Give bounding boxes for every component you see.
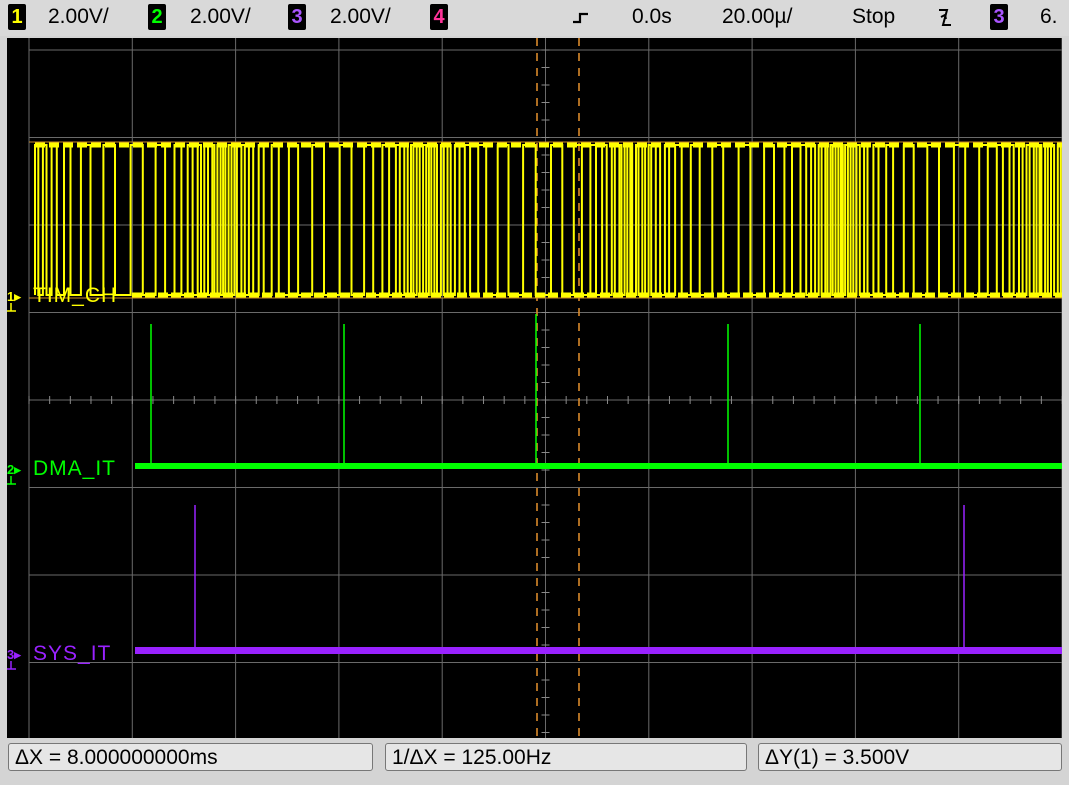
measurement-bar: ΔX = 8.000000000ms 1/ΔX = 125.00Hz ΔY(1)… (0, 740, 1069, 785)
delay-value[interactable]: 0.0s (632, 4, 672, 30)
trigger-source-badge[interactable]: 3 (990, 4, 1008, 30)
channel-2-marker: 2▸ (7, 462, 22, 477)
timebase-value[interactable]: 20.00µ/ (722, 4, 793, 30)
oscilloscope-display: 1 2.00V/ 2 2.00V/ 3 2.00V/ 4 0.0s 20.00µ… (0, 0, 1069, 785)
channel-2-trace (135, 463, 1062, 469)
delta-x-readout[interactable]: ΔX = 8.000000000ms (8, 743, 373, 771)
run-state[interactable]: Stop (852, 4, 895, 30)
channel-1-label: TIM_CH (33, 284, 117, 307)
channel-3-scale[interactable]: 2.00V/ (330, 4, 391, 30)
trigger-level[interactable]: 6. (1040, 4, 1058, 30)
falling-edge-icon[interactable] (936, 3, 954, 31)
waveform-area: 1▸ TIM_CH 2▸ DMA_IT 3▸ SYS_IT (7, 38, 1062, 738)
channel-3-trace (135, 647, 1062, 654)
channel-1-scale[interactable]: 2.00V/ (48, 4, 109, 30)
channel-3-marker: 3▸ (7, 647, 22, 662)
channel-2-badge[interactable]: 2 (148, 4, 166, 30)
channel-1-badge[interactable]: 1 (8, 4, 26, 30)
channel-2-scale[interactable]: 2.00V/ (190, 4, 251, 30)
channel-3-badge[interactable]: 3 (288, 4, 306, 30)
channel-4-badge[interactable]: 4 (430, 4, 448, 30)
channel-1-trace (34, 144, 1062, 296)
channel-1-marker: 1▸ (7, 289, 22, 304)
trigger-position-icon (573, 12, 588, 24)
waveform-canvas: 1▸ TIM_CH 2▸ DMA_IT 3▸ SYS_IT (7, 38, 1062, 738)
delta-y-readout[interactable]: ΔY(1) = 3.500V (758, 743, 1062, 771)
inverse-delta-x-readout[interactable]: 1/ΔX = 125.00Hz (385, 743, 747, 771)
status-bar: 1 2.00V/ 2 2.00V/ 3 2.00V/ 4 0.0s 20.00µ… (0, 0, 1069, 36)
channel-3-label: SYS_IT (33, 642, 111, 665)
channel-2-label: DMA_IT (33, 457, 116, 480)
